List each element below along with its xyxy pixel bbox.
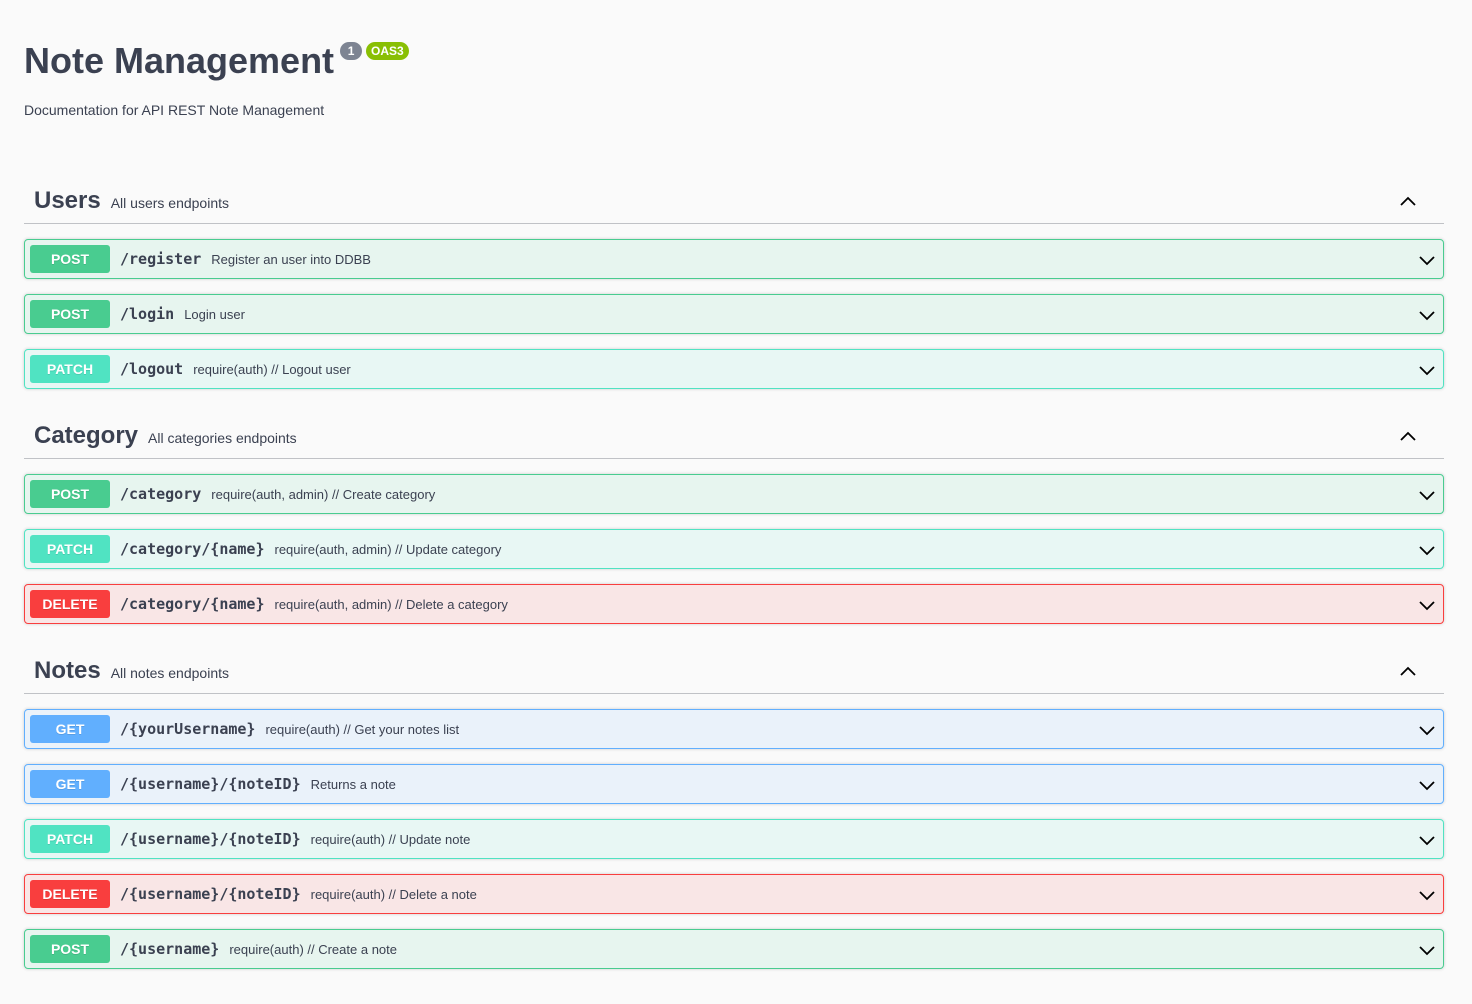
chevron-down-icon[interactable] [1417, 485, 1437, 505]
method-badge: POST [30, 935, 110, 963]
api-description: Documentation for API REST Note Manageme… [24, 102, 325, 118]
operation-delete-note[interactable]: DELETE /{username}/{noteID} require(auth… [24, 874, 1444, 914]
method-badge: GET [30, 715, 110, 743]
chevron-down-icon[interactable] [1417, 830, 1437, 850]
operation-delete-category[interactable]: DELETE /category/{name} require(auth, ad… [24, 584, 1444, 624]
operation-path: /{yourUsername} [120, 720, 256, 738]
method-badge: POST [30, 300, 110, 328]
tag-category[interactable]: Category All categories endpoints [24, 413, 1444, 459]
version-badge: 1 [340, 42, 363, 60]
operation-post-register[interactable]: POST /register Register an user into DDB… [24, 239, 1444, 279]
operation-get-note[interactable]: GET /{username}/{noteID} Returns a note [24, 764, 1444, 804]
operation-patch-logout[interactable]: PATCH /logout require(auth) // Logout us… [24, 349, 1444, 389]
tag-name: Notes [34, 656, 101, 684]
operation-patch-note[interactable]: PATCH /{username}/{noteID} require(auth)… [24, 819, 1444, 859]
operation-summary: Register an user into DDBB [211, 251, 371, 267]
operation-path: /{username} [120, 940, 220, 958]
operation-summary: require(auth, admin) // Create category [211, 486, 436, 502]
chevron-up-icon[interactable] [1398, 427, 1418, 447]
operation-path: /category [120, 485, 202, 503]
chevron-down-icon[interactable] [1417, 775, 1437, 795]
operation-path: /logout [120, 360, 184, 378]
chevron-up-icon[interactable] [1398, 662, 1418, 682]
api-info: Note Management 1 OAS3 [24, 38, 409, 84]
method-badge: PATCH [30, 355, 110, 383]
operation-path: /{username}/{noteID} [120, 830, 301, 848]
operation-patch-category[interactable]: PATCH /category/{name} require(auth, adm… [24, 529, 1444, 569]
operation-summary: require(auth, admin) // Update category [274, 541, 502, 557]
title-row: Note Management 1 OAS3 [24, 38, 409, 84]
chevron-down-icon[interactable] [1417, 940, 1437, 960]
tag-description: All notes endpoints [110, 664, 229, 681]
operation-post-login[interactable]: POST /login Login user [24, 294, 1444, 334]
method-badge: POST [30, 480, 110, 508]
operation-summary: require(auth) // Create a note [229, 941, 397, 957]
chevron-down-icon[interactable] [1417, 595, 1437, 615]
operation-summary: require(auth) // Logout user [193, 361, 351, 377]
tag-name: Category [34, 421, 139, 449]
oas-badge: OAS3 [366, 42, 409, 60]
tag-name: Users [34, 186, 101, 214]
method-badge: POST [30, 245, 110, 273]
tag-notes[interactable]: Notes All notes endpoints [24, 648, 1444, 694]
chevron-down-icon[interactable] [1417, 885, 1437, 905]
operation-post-category[interactable]: POST /category require(auth, admin) // C… [24, 474, 1444, 514]
method-badge: DELETE [30, 880, 110, 908]
operation-summary: require(auth) // Get your notes list [265, 721, 460, 737]
operation-post-note[interactable]: POST /{username} require(auth) // Create… [24, 929, 1444, 969]
operation-summary: require(auth) // Delete a note [310, 886, 477, 902]
chevron-down-icon[interactable] [1417, 305, 1437, 325]
chevron-down-icon[interactable] [1417, 720, 1437, 740]
method-badge: DELETE [30, 590, 110, 618]
operation-path: /{username}/{noteID} [120, 885, 301, 903]
operation-path: /category/{name} [120, 595, 265, 613]
operation-path: /category/{name} [120, 540, 265, 558]
tag-description: All categories endpoints [148, 429, 297, 446]
chevron-down-icon[interactable] [1417, 360, 1437, 380]
operation-get-your-notes[interactable]: GET /{yourUsername} require(auth) // Get… [24, 709, 1444, 749]
chevron-up-icon[interactable] [1398, 192, 1418, 212]
operation-summary: require(auth, admin) // Delete a categor… [274, 596, 508, 612]
tag-users[interactable]: Users All users endpoints [24, 178, 1444, 224]
operation-path: /{username}/{noteID} [120, 775, 301, 793]
operation-summary: require(auth) // Update note [310, 831, 471, 847]
operation-summary: Login user [184, 306, 245, 322]
operation-path: /register [120, 250, 202, 268]
page-title: Note Management [24, 40, 335, 81]
method-badge: GET [30, 770, 110, 798]
chevron-down-icon[interactable] [1417, 540, 1437, 560]
operation-summary: Returns a note [310, 776, 396, 792]
method-badge: PATCH [30, 535, 110, 563]
tag-description: All users endpoints [110, 194, 230, 211]
chevron-down-icon[interactable] [1417, 250, 1437, 270]
method-badge: PATCH [30, 825, 110, 853]
operation-path: /login [120, 305, 175, 323]
